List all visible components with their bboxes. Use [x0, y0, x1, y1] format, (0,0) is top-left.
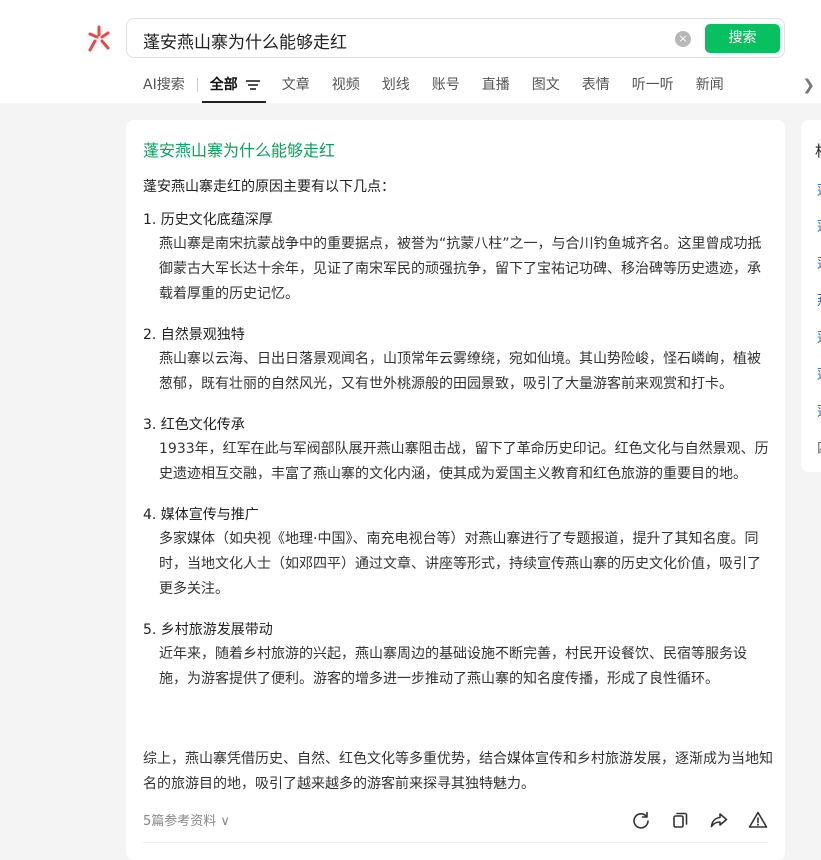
tab-listen[interactable]: 听一听 [632, 74, 674, 103]
related-link[interactable]: 蓬 [817, 253, 821, 273]
ai-answer-card: 蓬安燕山寨为什么能够走红 蓬安燕山寨走红的原因主要有以下几点： 1. 历史文化底… [126, 120, 785, 860]
tab-divider [196, 78, 198, 92]
tab-ai-search[interactable]: AI搜索 [143, 74, 185, 103]
related-title: 相 [815, 140, 821, 161]
point-heading: 1. 历史文化底蕴深厚 [143, 212, 273, 228]
list-item: 2. 自然景观独特 燕山寨以云海、日出日落景观闻名，山顶常年云雾缭绕，宛如仙境。… [143, 325, 773, 397]
references-toggle[interactable]: 5篇参考资料 ∨ [143, 810, 230, 829]
point-heading: 3. 红色文化传承 [143, 417, 245, 433]
tab-stickers[interactable]: 表情 [582, 74, 610, 103]
point-body: 近年来，随着乡村旅游的兴起，燕山寨周边的基础设施不断完善，村民开设餐饮、民宿等服… [159, 646, 747, 687]
related-link[interactable]: 蓬 [817, 180, 821, 200]
related-link[interactable]: 燕 [817, 290, 821, 310]
divider [143, 842, 768, 843]
tab-live[interactable]: 直播 [482, 74, 510, 103]
list-item: 1. 历史文化底蕴深厚 燕山寨是南宋抗蒙战争中的重要据点，被誉为“抗蒙八柱”之一… [143, 210, 773, 307]
answer-points: 1. 历史文化底蕴深厚 燕山寨是南宋抗蒙战争中的重要据点，被誉为“抗蒙八柱”之一… [143, 210, 773, 710]
point-body: 多家媒体（如央视《地理·中国》、南充电视台等）对燕山寨进行了专题报道，提升了其知… [159, 531, 761, 597]
copy-icon[interactable] [670, 810, 690, 830]
point-body: 燕山寨是南宋抗蒙战争中的重要据点，被誉为“抗蒙八柱”之一，与合川钓鱼城齐名。这里… [159, 236, 762, 302]
related-link[interactable]: 蓬 [817, 364, 821, 384]
related-searches-panel: 相 蓬 蓬 蓬 燕 蓬 蓬 蓬 四 [801, 120, 821, 472]
tab-articles[interactable]: 文章 [282, 74, 310, 103]
point-heading: 5. 乡村旅游发展带动 [143, 622, 273, 638]
point-body: 燕山寨以云海、日出日落景观闻名，山顶常年云雾缭绕，宛如仙境。其山势险峻，怪石嶙峋… [159, 351, 761, 392]
tab-highlights[interactable]: 划线 [382, 74, 410, 103]
list-item: 5. 乡村旅游发展带动 近年来，随着乡村旅游的兴起，燕山寨周边的基础设施不断完善… [143, 620, 773, 692]
refresh-icon[interactable] [631, 810, 651, 830]
tab-accounts[interactable]: 账号 [432, 74, 460, 103]
search-button[interactable]: 搜索 [705, 24, 780, 53]
filter-icon[interactable] [245, 79, 260, 91]
answer-actions [612, 810, 768, 830]
share-icon[interactable] [709, 810, 729, 830]
search-logo-icon[interactable] [84, 24, 114, 54]
tab-images[interactable]: 图文 [532, 74, 560, 103]
answer-intro: 蓬安燕山寨走红的原因主要有以下几点： [143, 179, 395, 195]
list-item: 4. 媒体宣传与推广 多家媒体（如央视《地理·中国》、南充电视台等）对燕山寨进行… [143, 505, 773, 602]
related-link[interactable]: 蓬 [817, 401, 821, 421]
clear-search-button[interactable]: × [675, 31, 691, 47]
point-body: 1933年，红军在此与军阀部队展开燕山寨阻击战，留下了革命历史印记。红色文化与自… [159, 441, 769, 482]
tab-videos[interactable]: 视频 [332, 74, 360, 103]
related-link[interactable]: 四 [817, 438, 821, 458]
answer-title[interactable]: 蓬安燕山寨为什么能够走红 [143, 137, 335, 161]
tab-news[interactable]: 新闻 [696, 74, 724, 103]
tab-all-label: 全部 [209, 77, 238, 93]
search-tabs: AI搜索 全部 文章 视频 划线 账号 直播 图文 表情 听一听 新闻 [143, 74, 821, 103]
top-bar: 蓬安燕山寨为什么能够走红 × 搜索 AI搜索 全部 文章 视频 划线 账号 直播… [0, 0, 821, 103]
search-input[interactable]: 蓬安燕山寨为什么能够走红 [143, 28, 347, 53]
point-heading: 4. 媒体宣传与推广 [143, 507, 259, 523]
related-link[interactable]: 蓬 [817, 327, 821, 347]
report-warning-icon[interactable] [748, 810, 768, 830]
list-item: 3. 红色文化传承 1933年，红军在此与军阀部队展开燕山寨阻击战，留下了革命历… [143, 415, 773, 487]
point-heading: 2. 自然景观独特 [143, 327, 245, 343]
answer-summary: 综上，燕山寨凭借历史、自然、红色文化等多重优势，结合媒体宣传和乡村旅游发展，逐渐… [143, 751, 773, 792]
related-link[interactable]: 蓬 [817, 216, 821, 236]
tab-all[interactable]: 全部 [201, 74, 266, 103]
chevron-right-icon[interactable]: ❯ [802, 76, 815, 94]
search-box[interactable]: 蓬安燕山寨为什么能够走红 × 搜索 [126, 18, 785, 58]
